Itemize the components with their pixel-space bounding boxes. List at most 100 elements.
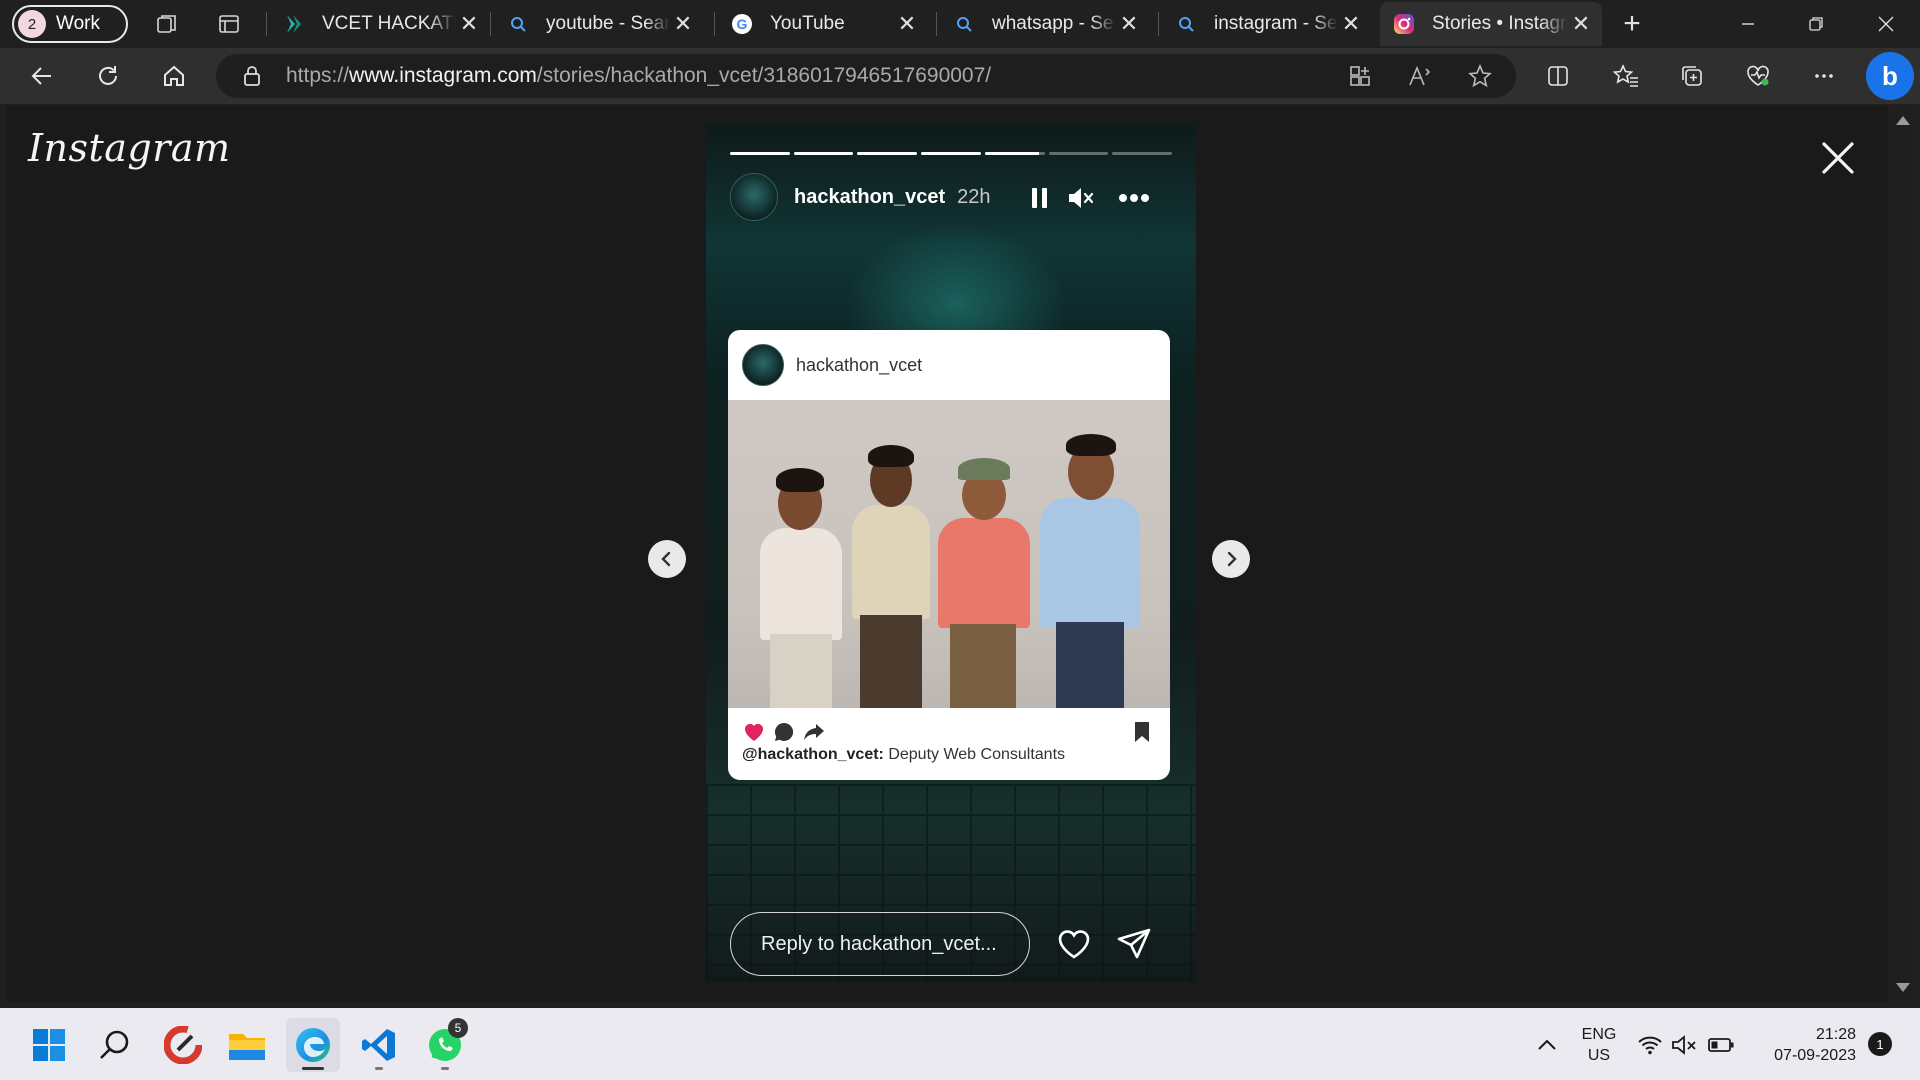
- url-scheme: https://: [286, 64, 350, 87]
- close-stories-icon[interactable]: [1818, 138, 1858, 178]
- workspaces-icon[interactable]: [136, 0, 198, 48]
- next-story-button[interactable]: [1212, 540, 1250, 578]
- tab-instagram-search[interactable]: instagram - Search ✕: [1162, 2, 1372, 46]
- tab-instagram-stories[interactable]: Stories • Instagram ✕: [1380, 2, 1602, 46]
- restore-button[interactable]: [1782, 0, 1850, 48]
- favorites-icon[interactable]: [1604, 54, 1648, 98]
- story-options-button[interactable]: [1118, 182, 1150, 214]
- workspace-button[interactable]: 2 Work: [12, 5, 128, 43]
- story-header: hackathon_vcet 22h: [730, 172, 991, 222]
- shared-post-card[interactable]: hackathon_vcet @hackathon_vcet: Deputy W…: [728, 330, 1170, 780]
- taskbar-file-explorer[interactable]: [220, 1018, 274, 1072]
- close-tab-icon[interactable]: ✕: [1338, 11, 1364, 37]
- reply-input[interactable]: Reply to hackathon_vcet...: [730, 912, 1030, 976]
- search-icon: [506, 12, 530, 36]
- instagram-logo[interactable]: Instagram: [28, 126, 231, 170]
- pause-button[interactable]: [1024, 182, 1056, 214]
- story-progress-fill: [921, 152, 981, 155]
- tab-whatsapp-search[interactable]: whatsapp - Search ✕: [940, 2, 1150, 46]
- keyboard-region: US: [1587, 1047, 1611, 1064]
- clock[interactable]: 21:28 07-09-2023: [1752, 1024, 1856, 1066]
- previous-story-button[interactable]: [648, 540, 686, 578]
- notification-count-badge[interactable]: 1: [1868, 1032, 1892, 1056]
- back-button[interactable]: [20, 54, 64, 98]
- mute-button[interactable]: [1064, 182, 1096, 214]
- show-hidden-icons-button[interactable]: [1520, 1018, 1574, 1072]
- scroll-up-arrow-icon[interactable]: [1896, 116, 1910, 125]
- taskbar-edge[interactable]: [286, 1018, 340, 1072]
- close-tab-icon[interactable]: ✕: [670, 11, 696, 37]
- refresh-button[interactable]: [86, 54, 130, 98]
- browser-essentials-icon[interactable]: [1736, 54, 1780, 98]
- address-bar[interactable]: https://www.instagram.com/stories/hackat…: [216, 54, 1516, 98]
- taskbar-search-button[interactable]: [88, 1018, 142, 1072]
- story-progress-segment: [1112, 152, 1173, 155]
- post-actions: @hackathon_vcet: Deputy Web Consultants: [728, 708, 1170, 780]
- like-heart-icon[interactable]: [1056, 926, 1092, 962]
- tab-separator: [490, 12, 491, 36]
- close-tab-icon[interactable]: ✕: [1116, 11, 1142, 37]
- more-options-icon: [1119, 194, 1149, 202]
- url-text: https://www.instagram.com/stories/hackat…: [286, 64, 991, 88]
- quick-settings-button[interactable]: [1630, 1018, 1742, 1072]
- app-available-icon[interactable]: [1338, 54, 1382, 98]
- instagram-icon: [1392, 12, 1416, 36]
- taskbar-vscode[interactable]: [352, 1018, 406, 1072]
- language-indicator[interactable]: ENG US: [1574, 1024, 1624, 1066]
- tab-vcet-hackathon[interactable]: VCET HACKATHON ✕: [270, 2, 490, 46]
- story-progress-fill: [984, 152, 1039, 155]
- send-direct-icon[interactable]: [1116, 926, 1152, 962]
- new-tab-button[interactable]: +: [1612, 4, 1652, 44]
- taskbar-whatsapp[interactable]: 5: [418, 1018, 472, 1072]
- split-screen-icon[interactable]: [1536, 54, 1580, 98]
- favorite-star-icon[interactable]: [1458, 54, 1502, 98]
- close-tab-icon[interactable]: ✕: [1568, 11, 1594, 37]
- workspace-label: Work: [56, 13, 100, 34]
- tab-title: whatsapp - Search: [992, 13, 1116, 34]
- search-icon: [952, 12, 976, 36]
- more-menu-icon[interactable]: [1802, 54, 1846, 98]
- heart-icon[interactable]: [742, 720, 766, 744]
- tab-actions-icon[interactable]: [198, 0, 260, 48]
- comment-icon[interactable]: [772, 720, 796, 744]
- story-progress-segment: [1048, 152, 1109, 155]
- story-progress-bar: [730, 152, 1173, 155]
- google-icon: G: [730, 12, 754, 36]
- collections-icon[interactable]: [1670, 54, 1714, 98]
- story-progress-fill: [730, 152, 790, 155]
- avatar[interactable]: [730, 173, 778, 221]
- wifi-icon: [1638, 1036, 1662, 1055]
- story-time: 22h: [957, 185, 991, 208]
- story-username[interactable]: hackathon_vcet: [794, 186, 945, 209]
- story-progress-segment: [793, 152, 854, 155]
- windows-start-icon: [33, 1029, 65, 1061]
- story-viewer[interactable]: hackathon_vcet 22h hackathon_vcet @hacka…: [706, 124, 1196, 982]
- windows-start-button[interactable]: [22, 1018, 76, 1072]
- bookmark-icon[interactable]: [1130, 720, 1154, 744]
- scroll-down-arrow-icon[interactable]: [1896, 983, 1910, 992]
- tab-youtube-search[interactable]: youtube - Search ✕: [494, 2, 704, 46]
- close-window-button[interactable]: [1852, 0, 1920, 48]
- taskbar-ccleaner[interactable]: [156, 1018, 210, 1072]
- minimize-button[interactable]: [1714, 0, 1782, 48]
- post-username[interactable]: hackathon_vcet: [796, 355, 922, 376]
- close-tab-icon[interactable]: ✕: [456, 11, 482, 37]
- page-scrollbar[interactable]: [1890, 106, 1914, 1002]
- clock-date: 07-09-2023: [1774, 1047, 1856, 1064]
- tab-youtube[interactable]: G YouTube ✕: [718, 2, 928, 46]
- search-icon: [1174, 12, 1198, 36]
- caption-username: @hackathon_vcet:: [742, 746, 884, 763]
- avatar[interactable]: [742, 344, 784, 386]
- ccleaner-icon: [164, 1026, 202, 1064]
- post-photo: [728, 400, 1170, 708]
- home-button[interactable]: [152, 54, 196, 98]
- read-aloud-icon[interactable]: [1398, 54, 1442, 98]
- caption-text: Deputy Web Consultants: [888, 746, 1066, 763]
- close-tab-icon[interactable]: ✕: [894, 11, 920, 37]
- taskbar: 5 ENG US 21:28 07-09-2023 1: [0, 1008, 1920, 1080]
- tab-title: Stories • Instagram: [1432, 13, 1568, 34]
- file-explorer-icon: [229, 1034, 265, 1060]
- share-icon[interactable]: [802, 720, 826, 744]
- lock-icon[interactable]: [230, 65, 274, 87]
- bing-copilot-icon[interactable]: b: [1866, 52, 1914, 100]
